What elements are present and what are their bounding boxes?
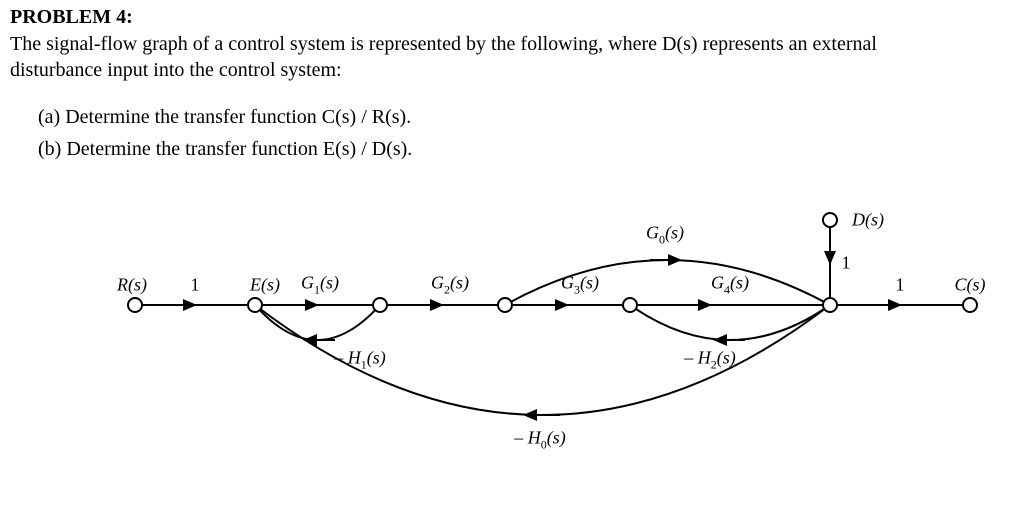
- label-Rs: R(s): [117, 275, 147, 296]
- node-R: [127, 297, 143, 313]
- node-5: [622, 297, 638, 313]
- label-G4: G4(s): [711, 273, 749, 298]
- problem-title: PROBLEM 4:: [10, 6, 1014, 29]
- label-G1: G1(s): [301, 273, 339, 298]
- node-4: [497, 297, 513, 313]
- problem-statement-line2: disturbance input into the control syste…: [10, 59, 342, 81]
- label-G0: G0(s): [646, 223, 684, 248]
- node-3: [372, 297, 388, 313]
- problem-statement-line1: The signal-flow graph of a control syste…: [10, 33, 877, 55]
- label-Es: E(s): [250, 275, 280, 296]
- edge-H2: [630, 305, 830, 340]
- problem-statement: The signal-flow graph of a control syste…: [10, 31, 1014, 83]
- label-gain-1c: 1: [896, 275, 905, 296]
- label-H1: – H1(s): [334, 348, 386, 373]
- label-Ds: D(s): [852, 210, 884, 231]
- edge-H1: [255, 305, 380, 340]
- node-D: [822, 212, 838, 228]
- node-C: [962, 297, 978, 313]
- edge-G0: [505, 260, 830, 305]
- node-6: [822, 297, 838, 313]
- node-E: [247, 297, 263, 313]
- problem-part-a: (a) Determine the transfer function C(s)…: [38, 101, 1014, 133]
- label-Cs: C(s): [955, 275, 986, 296]
- label-G3: G3(s): [561, 273, 599, 298]
- problem-part-b: (b) Determine the transfer function E(s)…: [38, 133, 1014, 165]
- label-H0: – H0(s): [514, 428, 566, 453]
- label-G2: G2(s): [431, 273, 469, 298]
- label-gain-1a: 1: [191, 275, 200, 296]
- signal-flow-graph: R(s) C(s) D(s) 1 E(s) G1(s) G2(s) G3(s) …: [10, 175, 1014, 505]
- label-H2: – H2(s): [684, 348, 736, 373]
- label-gain-1b: 1: [842, 253, 851, 274]
